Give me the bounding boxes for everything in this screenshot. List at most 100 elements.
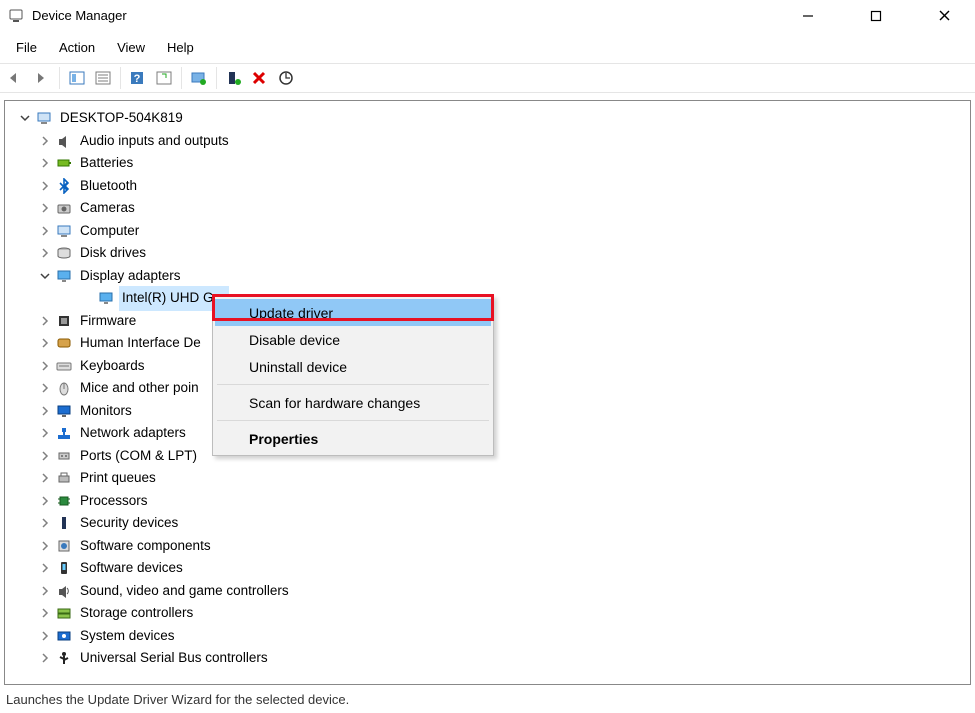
- expand-icon[interactable]: [39, 563, 51, 573]
- menu-help[interactable]: Help: [157, 36, 204, 59]
- refresh-button[interactable]: [152, 67, 176, 89]
- close-button[interactable]: [921, 0, 967, 32]
- enable-device-button[interactable]: [222, 67, 246, 89]
- context-menu-item-disable-device[interactable]: Disable device: [215, 326, 491, 353]
- tree-category-4[interactable]: Computer: [7, 220, 968, 243]
- tree-node-label[interactable]: Processors: [77, 489, 151, 514]
- cpu-icon: [55, 492, 73, 510]
- tree-category-19[interactable]: Sound, video and game controllers: [7, 580, 968, 603]
- expand-icon[interactable]: [39, 203, 51, 213]
- tree-category-15[interactable]: Processors: [7, 490, 968, 513]
- tree-node-label[interactable]: Disk drives: [77, 241, 149, 266]
- tree-node-label[interactable]: Monitors: [77, 399, 135, 424]
- expand-icon[interactable]: [39, 541, 51, 551]
- menu-view[interactable]: View: [107, 36, 155, 59]
- toolbar: ?: [0, 63, 975, 93]
- camera-icon: [55, 199, 73, 217]
- tree-node-label[interactable]: Software devices: [77, 556, 186, 581]
- hid-icon: [55, 334, 73, 352]
- scan-hardware-button[interactable]: [274, 67, 298, 89]
- app-icon: [8, 8, 24, 24]
- window-controls: [785, 0, 967, 32]
- collapse-icon[interactable]: [39, 271, 51, 281]
- tree-node-label[interactable]: DESKTOP-504K819: [57, 106, 186, 131]
- context-menu-item-uninstall-device[interactable]: Uninstall device: [215, 353, 491, 380]
- tree-node-label[interactable]: Storage controllers: [77, 601, 196, 626]
- expand-icon[interactable]: [39, 316, 51, 326]
- tree-node-label[interactable]: Keyboards: [77, 354, 148, 379]
- tree-node-label[interactable]: Batteries: [77, 151, 136, 176]
- context-menu-item-update-driver[interactable]: Update driver: [215, 299, 491, 326]
- storage-icon: [55, 604, 73, 622]
- properties-button[interactable]: [91, 67, 115, 89]
- back-button[interactable]: [4, 67, 28, 89]
- expand-icon[interactable]: [39, 631, 51, 641]
- tree-node-label[interactable]: Audio inputs and outputs: [77, 129, 232, 154]
- expand-icon[interactable]: [39, 338, 51, 348]
- tree-node-label[interactable]: Print queues: [77, 466, 159, 491]
- tree-category-3[interactable]: Cameras: [7, 197, 968, 220]
- tree-node-label[interactable]: Ports (COM & LPT): [77, 444, 200, 469]
- tree-node-label[interactable]: System devices: [77, 624, 178, 649]
- expand-icon[interactable]: [39, 451, 51, 461]
- update-driver-toolbar-button[interactable]: [187, 67, 211, 89]
- tree-category-22[interactable]: Universal Serial Bus controllers: [7, 647, 968, 670]
- tree-node-label[interactable]: Computer: [77, 219, 142, 244]
- tree-node-label[interactable]: Software components: [77, 534, 214, 559]
- expand-icon[interactable]: [39, 361, 51, 371]
- tree-node-label[interactable]: Firmware: [77, 309, 139, 334]
- tree-category-5[interactable]: Disk drives: [7, 242, 968, 265]
- expand-icon[interactable]: [39, 496, 51, 506]
- tree-node-label[interactable]: Bluetooth: [77, 174, 140, 199]
- expand-icon[interactable]: [39, 248, 51, 258]
- expand-icon[interactable]: [39, 428, 51, 438]
- tree-category-6[interactable]: Display adapters: [7, 265, 968, 288]
- tree-node-label[interactable]: Display adapters: [77, 264, 184, 289]
- collapse-icon[interactable]: [19, 113, 31, 123]
- tree-category-18[interactable]: Software devices: [7, 557, 968, 580]
- menu-action[interactable]: Action: [49, 36, 105, 59]
- context-menu-item-properties[interactable]: Properties: [215, 425, 491, 452]
- tree-node-label[interactable]: Cameras: [77, 196, 138, 221]
- tree-category-14[interactable]: Print queues: [7, 467, 968, 490]
- mouse-icon: [55, 379, 73, 397]
- tree-category-2[interactable]: Bluetooth: [7, 175, 968, 198]
- expand-icon[interactable]: [39, 518, 51, 528]
- swcomp-icon: [55, 537, 73, 555]
- expand-icon[interactable]: [39, 226, 51, 236]
- tree-category-1[interactable]: Batteries: [7, 152, 968, 175]
- expand-icon[interactable]: [39, 406, 51, 416]
- tree-category-0[interactable]: Audio inputs and outputs: [7, 130, 968, 153]
- expand-icon[interactable]: [39, 136, 51, 146]
- tree-node-label[interactable]: Human Interface De: [77, 331, 204, 356]
- help-button[interactable]: ?: [126, 67, 150, 89]
- expand-icon[interactable]: [39, 158, 51, 168]
- expand-icon[interactable]: [39, 653, 51, 663]
- maximize-button[interactable]: [853, 0, 899, 32]
- uninstall-device-button[interactable]: [248, 67, 272, 89]
- tree-node-label[interactable]: Universal Serial Bus controllers: [77, 646, 271, 671]
- tree-category-16[interactable]: Security devices: [7, 512, 968, 535]
- tree-category-17[interactable]: Software components: [7, 535, 968, 558]
- minimize-button[interactable]: [785, 0, 831, 32]
- expand-icon[interactable]: [39, 383, 51, 393]
- bluetooth-icon: [55, 177, 73, 195]
- expand-icon[interactable]: [39, 473, 51, 483]
- tree-node-label[interactable]: Sound, video and game controllers: [77, 579, 292, 604]
- tree-root[interactable]: DESKTOP-504K819: [7, 107, 968, 130]
- tree-node-label[interactable]: Network adapters: [77, 421, 189, 446]
- tree-node-label[interactable]: Security devices: [77, 511, 181, 536]
- expand-icon[interactable]: [39, 586, 51, 596]
- show-hide-tree-button[interactable]: [65, 67, 89, 89]
- usb-icon: [55, 649, 73, 667]
- forward-button[interactable]: [30, 67, 54, 89]
- expand-icon[interactable]: [39, 608, 51, 618]
- tree-category-20[interactable]: Storage controllers: [7, 602, 968, 625]
- context-menu-item-scan-for-hardware-changes[interactable]: Scan for hardware changes: [215, 389, 491, 416]
- printer-icon: [55, 469, 73, 487]
- expand-icon[interactable]: [39, 181, 51, 191]
- menu-file[interactable]: File: [6, 36, 47, 59]
- keyboard-icon: [55, 357, 73, 375]
- tree-category-21[interactable]: System devices: [7, 625, 968, 648]
- tree-node-label[interactable]: Mice and other poin: [77, 376, 202, 401]
